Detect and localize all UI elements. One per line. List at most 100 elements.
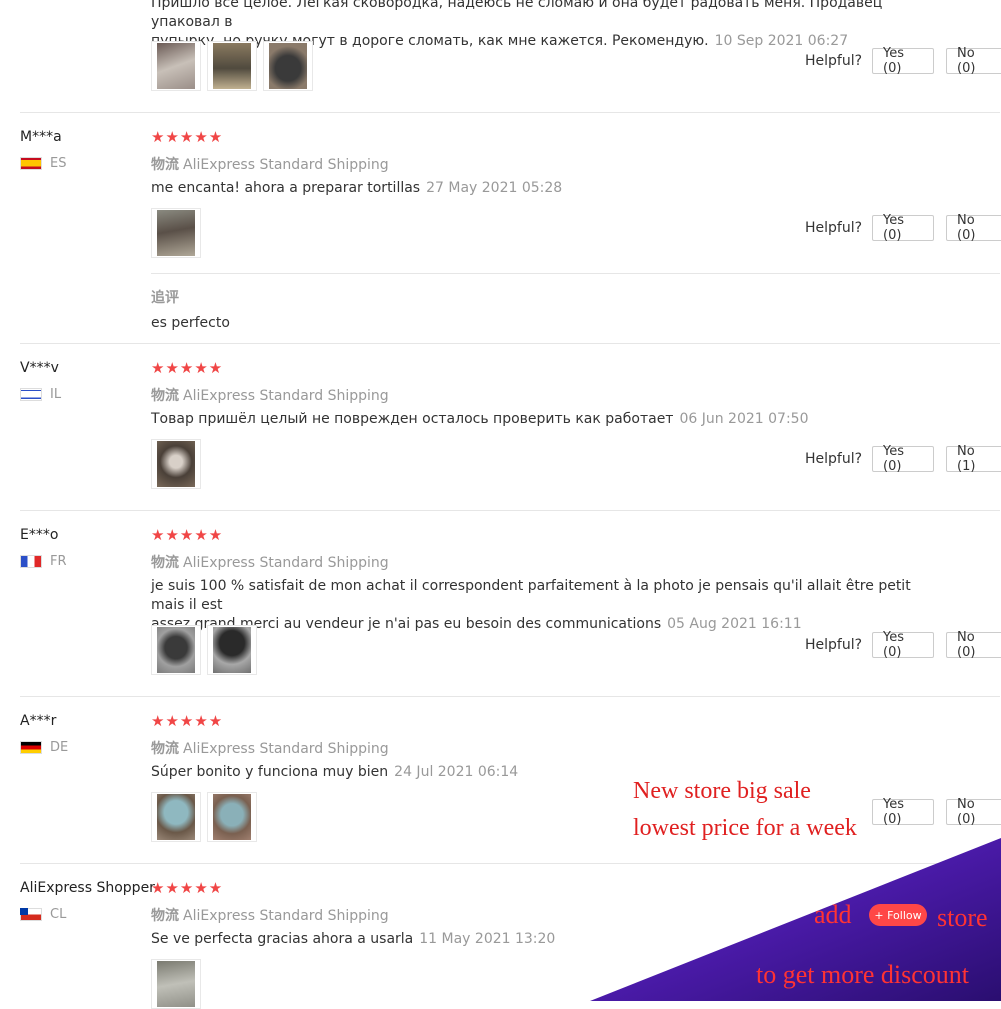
helpful-no-button[interactable]: No (1)	[946, 444, 1001, 474]
reviewer-country: DE	[20, 740, 68, 755]
helpful-label: Helpful?	[805, 451, 863, 467]
helpful-label: Helpful?	[805, 220, 863, 236]
review-text-line: je suis 100 % satisfait de mon achat il …	[151, 578, 911, 613]
review-photo[interactable]	[263, 41, 313, 91]
review-photo[interactable]	[151, 959, 201, 1009]
shipping-info: 物流 AliExpress Standard Shipping	[151, 905, 389, 925]
israel-flag-icon	[20, 388, 42, 401]
reviewer-country: ES	[20, 156, 66, 171]
helpful-yes-button[interactable]: Yes (0)	[872, 797, 935, 827]
france-flag-icon	[20, 555, 42, 568]
shipping-method: AliExpress Standard Shipping	[183, 741, 389, 757]
promo-add-text: add	[814, 900, 852, 929]
shipping-info: 物流 AliExpress Standard Shipping	[151, 552, 389, 572]
reviewer-name: M***a	[20, 129, 62, 145]
review-divider	[20, 863, 1000, 864]
reviewer-country: IL	[20, 387, 61, 402]
helpful-yes-button[interactable]: Yes (0)	[872, 630, 935, 660]
review-date: 05 Aug 2021 16:11	[667, 616, 802, 632]
helpful-yes-button[interactable]: Yes (0)	[872, 444, 935, 474]
rating-stars: ★★★★★	[151, 526, 224, 544]
review-text: Se ve perfecta gracias ahora a usarla 11 …	[151, 931, 556, 947]
spain-flag-icon	[20, 157, 42, 170]
review-date: 06 Jun 2021 07:50	[679, 411, 809, 427]
review-photo[interactable]	[151, 208, 201, 258]
review-text: Товар пришёл целый не поврежден осталось…	[151, 411, 809, 427]
review-top: Пришло все целое. Легкая сковородка, над…	[0, 0, 1001, 113]
review-text: je suis 100 % satisfait de mon achat il …	[151, 577, 911, 634]
promo-line-2: lowest price for a week	[633, 815, 857, 841]
review-photos	[151, 792, 257, 842]
shipping-info: 物流 AliExpress Standard Shipping	[151, 385, 389, 405]
helpful-no-button[interactable]: No (0)	[946, 797, 1001, 827]
shipping-method: AliExpress Standard Shipping	[183, 388, 389, 404]
review-photos	[151, 208, 201, 258]
follow-button[interactable]: + Follow	[869, 904, 927, 926]
review-text-line: assez grand merci au vendeur je n'ai pas…	[151, 616, 802, 632]
helpful-row: Helpful? Yes (0) No (0)	[805, 213, 1001, 243]
helpful-row: Helpful? Yes (0) No (0)	[805, 630, 1001, 660]
review-divider	[20, 510, 1000, 511]
country-code: CL	[50, 907, 67, 922]
review-photos	[151, 41, 313, 91]
review-date: 24 Jul 2021 06:14	[394, 764, 519, 780]
chile-flag-icon	[20, 908, 42, 921]
shipping-label: 物流	[151, 388, 179, 404]
shipping-label: 物流	[151, 157, 179, 173]
review-photos	[151, 439, 201, 489]
review-date: 11 May 2021 13:20	[419, 931, 556, 947]
helpful-yes-button[interactable]: Yes (0)	[872, 46, 935, 76]
country-code: DE	[50, 740, 69, 755]
review-photo[interactable]	[151, 439, 201, 489]
followup-text: es perfecto	[151, 315, 230, 331]
germany-flag-icon	[20, 741, 42, 754]
reviewer-name: E***o	[20, 527, 59, 543]
reviewer-name: AliExpress Shopper	[20, 880, 155, 896]
shipping-method: AliExpress Standard Shipping	[183, 157, 389, 173]
follow-store-banner	[590, 838, 1001, 1001]
helpful-no-button[interactable]: No (0)	[946, 213, 1001, 243]
review-photos	[151, 625, 257, 675]
shipping-method: AliExpress Standard Shipping	[183, 908, 389, 924]
review-photos	[151, 959, 201, 1009]
shipping-label: 物流	[151, 741, 179, 757]
helpful-no-button[interactable]: No (0)	[946, 630, 1001, 660]
review-divider	[20, 343, 1000, 344]
review-photo[interactable]	[207, 625, 257, 675]
shipping-method: AliExpress Standard Shipping	[183, 555, 389, 571]
review-divider	[20, 696, 1000, 697]
rating-stars: ★★★★★	[151, 359, 224, 377]
country-code: IL	[50, 387, 62, 402]
shipping-label: 物流	[151, 555, 179, 571]
review-date: 27 May 2021 05:28	[426, 180, 563, 196]
reviewer-name: A***r	[20, 713, 57, 729]
review-photo[interactable]	[207, 792, 257, 842]
reviewer-country: FR	[20, 554, 67, 569]
helpful-label: Helpful?	[805, 53, 863, 69]
rating-stars: ★★★★★	[151, 879, 224, 897]
review-text: me encanta! ahora a preparar tortillas 27…	[151, 180, 563, 196]
promo-discount-text: to get more discount	[756, 960, 970, 989]
helpful-row: Helpful? Yes (0) No (1)	[805, 444, 1001, 474]
followup-divider	[151, 273, 1000, 274]
review-text-line: Пришло все целое. Легкая сковородка, над…	[151, 0, 883, 30]
promo-store-text: store	[937, 903, 988, 932]
reviewer-name: V***v	[20, 360, 59, 376]
review-photo[interactable]	[151, 792, 201, 842]
reviewer-country: CL	[20, 907, 66, 922]
review-photo[interactable]	[151, 625, 201, 675]
helpful-yes-button[interactable]: Yes (0)	[872, 213, 935, 243]
review-date: 10 Sep 2021 06:27	[714, 33, 849, 49]
shipping-label: 物流	[151, 908, 179, 924]
helpful-no-button[interactable]: No (0)	[946, 46, 1001, 76]
review-photo[interactable]	[207, 41, 257, 91]
shipping-info: 物流 AliExpress Standard Shipping	[151, 738, 389, 758]
review-photo[interactable]	[151, 41, 201, 91]
helpful-row: Helpful? Yes (0) No (0)	[805, 46, 1001, 76]
country-code: ES	[50, 156, 67, 171]
followup-label: 追评	[151, 290, 179, 306]
rating-stars: ★★★★★	[151, 128, 224, 146]
helpful-label: Helpful?	[805, 637, 863, 653]
promo-sale-banner: New store big sale lowest price for a we…	[631, 773, 859, 847]
country-code: FR	[50, 554, 67, 569]
